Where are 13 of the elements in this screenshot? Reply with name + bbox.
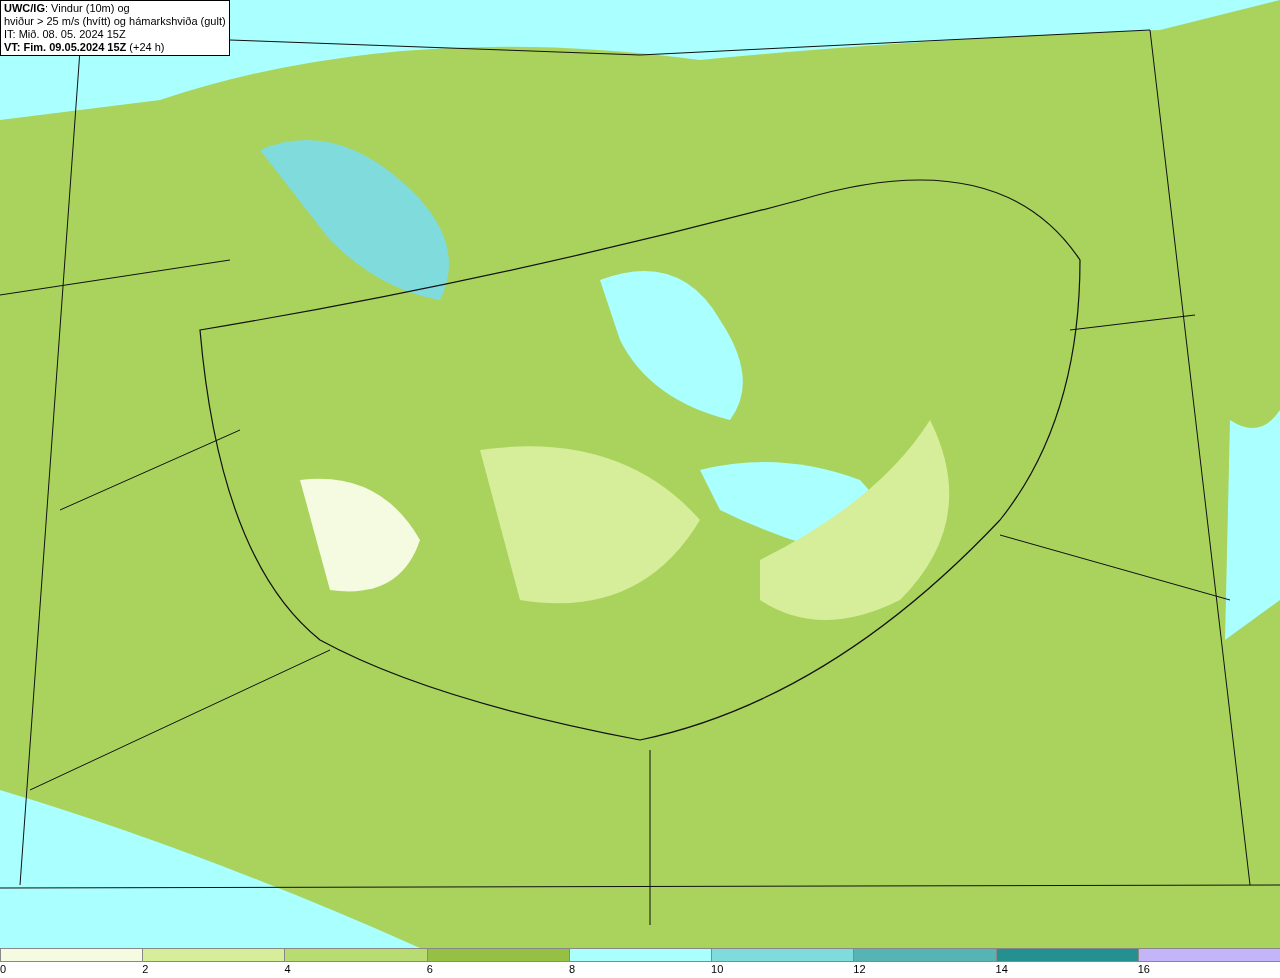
legend-label: 12 (853, 962, 866, 976)
legend-label: 0 (0, 962, 7, 976)
title-line: IT: Mið. 08. 05. 2024 15Z (4, 28, 127, 41)
title-line: hviður > 25 m/s (hvítt) og hámarkshviða (gult) (4, 15, 226, 28)
title-line: VT: Fim. 09.05.2024 15Z (+24 h) (4, 41, 166, 54)
legend-label: 2 (142, 962, 149, 976)
title-line: UWC/IG: Vindur (10m) og (4, 2, 131, 15)
legend-label: 16 (1137, 962, 1150, 976)
legend-label: 4 (284, 962, 291, 976)
legend-label: 10 (711, 962, 724, 976)
legend-label: 6 (426, 962, 433, 976)
legend-label: 14 (995, 962, 1008, 976)
legend-label: 8 (568, 962, 575, 976)
